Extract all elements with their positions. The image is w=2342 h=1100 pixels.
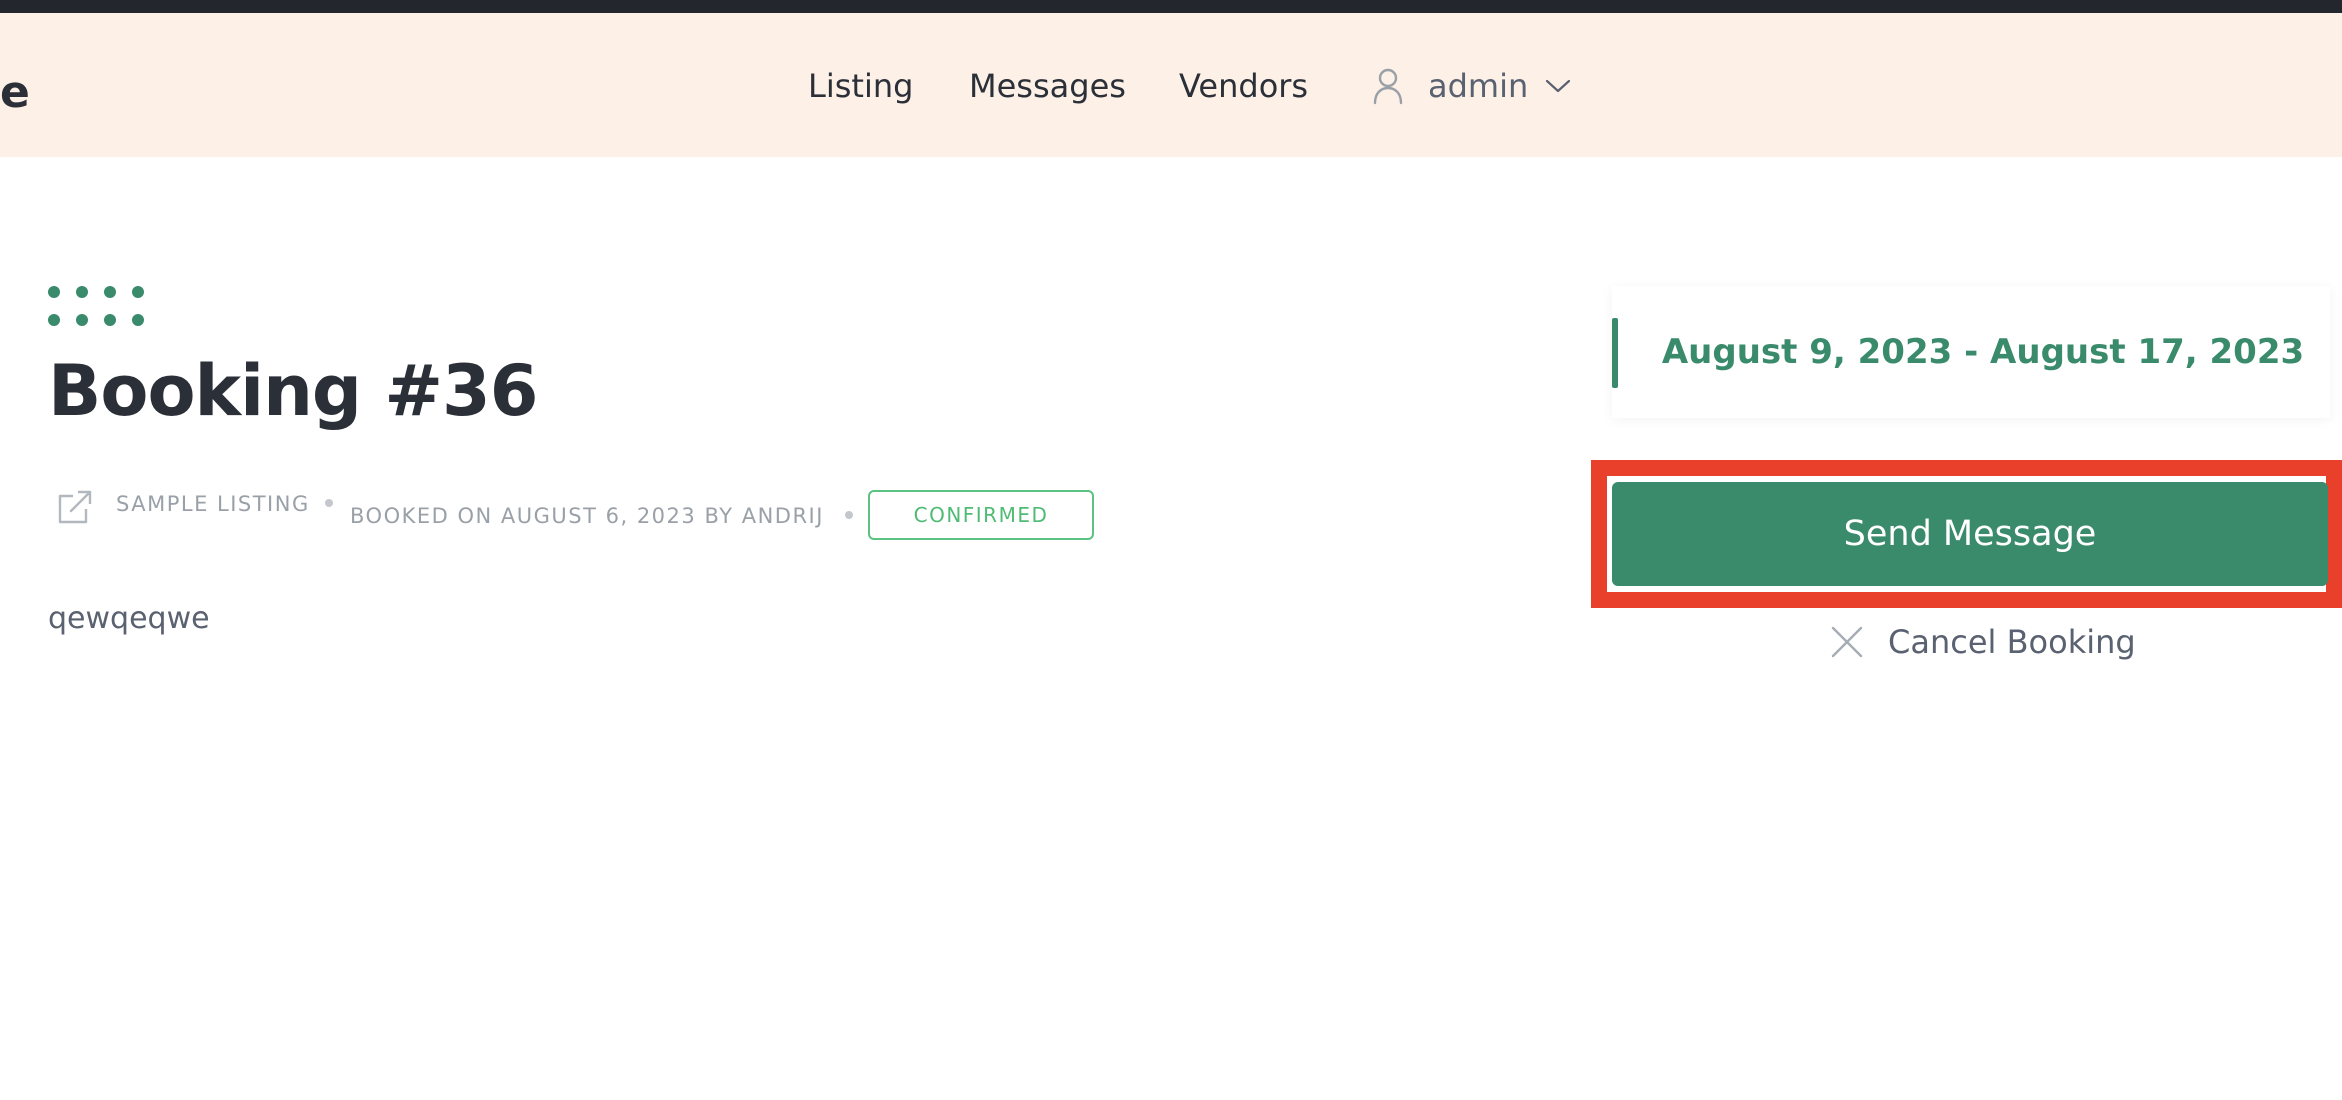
user-menu[interactable]: admin bbox=[1372, 63, 1572, 109]
listing-link[interactable]: SAMPLE LISTING bbox=[116, 494, 310, 515]
nav-listing[interactable]: Listing bbox=[808, 70, 913, 102]
nav-vendors[interactable]: Vendors bbox=[1179, 70, 1308, 102]
site-logo[interactable]: e bbox=[0, 71, 30, 115]
date-range-card: August 9, 2023 - August 17, 2023 bbox=[1612, 286, 2330, 418]
site-header: e Listing Messages Vendors admin bbox=[0, 13, 2342, 157]
user-icon bbox=[1373, 68, 1403, 105]
page-title: Booking #36 bbox=[48, 350, 538, 432]
date-range: August 9, 2023 - August 17, 2023 bbox=[1661, 332, 2305, 372]
user-name: admin bbox=[1428, 67, 1529, 105]
meta-separator bbox=[845, 511, 853, 519]
cancel-booking-link[interactable]: Cancel Booking bbox=[1830, 624, 2136, 660]
date-card-accent bbox=[1612, 318, 1618, 388]
booking-description: qewqeqwe bbox=[48, 601, 210, 636]
browser-top-bar bbox=[0, 0, 2342, 13]
status-badge: CONFIRMED bbox=[868, 490, 1094, 540]
booking-meta: SAMPLE LISTING BOOKED ON AUGUST 6, 2023 … bbox=[48, 488, 1098, 544]
close-icon bbox=[1831, 626, 1863, 658]
send-message-button[interactable]: Send Message bbox=[1612, 482, 2328, 586]
decorative-dots bbox=[48, 286, 148, 328]
booked-info: BOOKED ON AUGUST 6, 2023 BY ANDRIJ bbox=[350, 504, 824, 528]
booking-page: e Listing Messages Vendors admin Booking… bbox=[0, 0, 2342, 1100]
chevron-down-icon bbox=[1546, 79, 1571, 93]
meta-separator bbox=[325, 499, 333, 507]
external-link-icon[interactable] bbox=[56, 488, 94, 526]
cancel-booking-label: Cancel Booking bbox=[1888, 623, 2136, 661]
nav-messages[interactable]: Messages bbox=[969, 70, 1126, 102]
